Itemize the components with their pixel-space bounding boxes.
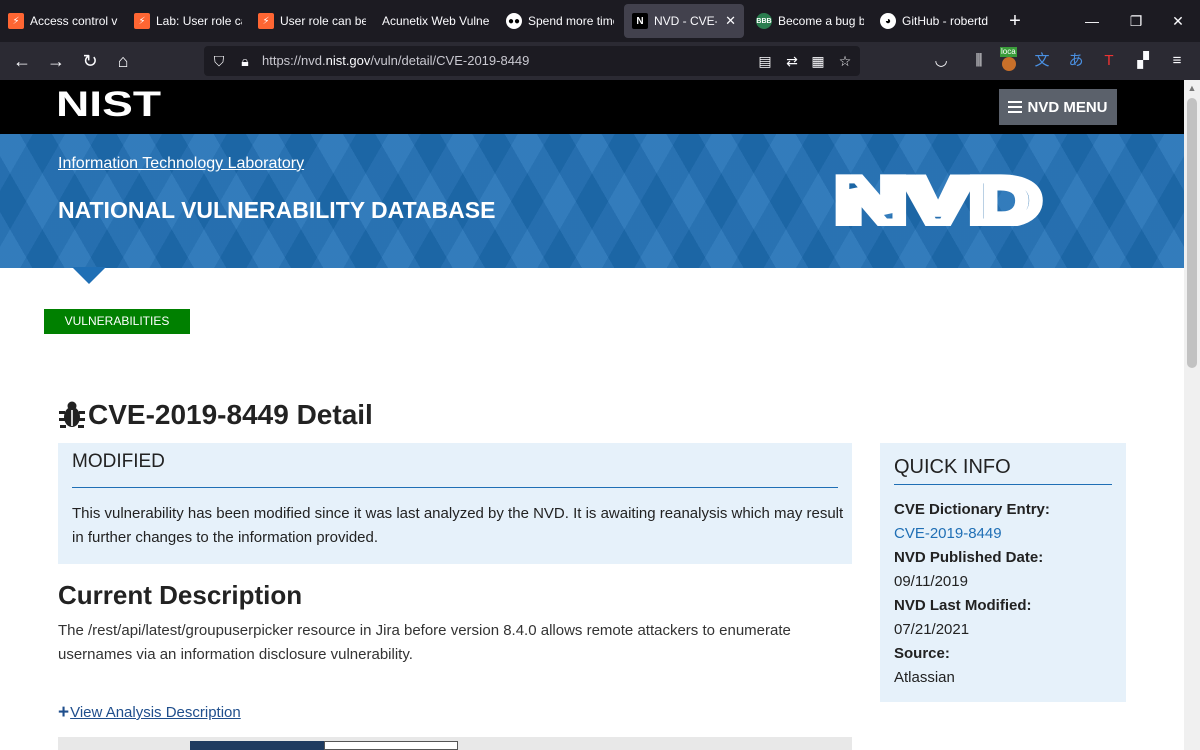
current-description-text: The /rest/api/latest/groupuserpicker res… xyxy=(58,622,791,663)
tab-label: Lab: User role ca xyxy=(156,14,242,28)
portswigger-icon: ⚡ xyxy=(134,13,150,29)
home-icon[interactable]: ⌂ xyxy=(110,48,136,74)
close-tab-icon[interactable]: ✕ xyxy=(725,13,736,29)
close-window-icon[interactable]: ✕ xyxy=(1164,8,1192,34)
banner-caret xyxy=(72,267,106,284)
tab-label: Spend more time xyxy=(528,14,614,28)
menu-bars-icon xyxy=(1008,101,1023,113)
source-label: Source: xyxy=(894,645,950,662)
extension-badge: loca xyxy=(1000,47,1017,57)
shield-icon[interactable]: ⛉ xyxy=(208,50,230,72)
nvd-menu-button[interactable]: NVD MENU xyxy=(999,89,1117,125)
minimize-icon[interactable]: — xyxy=(1078,8,1106,34)
nvd-title[interactable]: NATIONAL VULNERABILITY DATABASE xyxy=(58,197,495,224)
reload-icon[interactable]: ↻ xyxy=(77,48,103,74)
tab-medium[interactable]: ●● Spend more time xyxy=(498,4,622,38)
extension-face-icon xyxy=(1002,57,1016,71)
tab-user-role-can-be[interactable]: ⚡ User role can be xyxy=(250,4,374,38)
page-scrollbar[interactable]: ▲ xyxy=(1184,80,1200,750)
translator-icon[interactable]: 文 xyxy=(1029,48,1055,74)
tab-bug-bounty[interactable]: BBB Become a bug b xyxy=(748,4,872,38)
url-path: /vuln/detail/CVE-2019-8449 xyxy=(370,53,530,68)
reader-view-icon[interactable]: ▤ xyxy=(754,50,776,72)
view-analysis-toggle[interactable]: + View Analysis Description xyxy=(58,702,241,723)
severity-tab[interactable] xyxy=(324,741,458,750)
cve-title: CVE-2019-8449 Detail xyxy=(58,399,373,431)
extensions-icon[interactable]: ▞ xyxy=(1130,48,1156,74)
bookmark-star-icon[interactable]: ☆ xyxy=(834,50,856,72)
text-extension-icon[interactable]: T xyxy=(1096,48,1122,74)
published-date-label: NVD Published Date: xyxy=(894,549,1044,566)
browser-tab-bar: ⚡ Access control vu ⚡ Lab: User role ca … xyxy=(0,0,1200,42)
tab-label: User role can be xyxy=(280,14,366,28)
cve-title-text: CVE-2019-8449 Detail xyxy=(88,399,373,430)
cve-entry-link[interactable]: CVE-2019-8449 xyxy=(894,522,1114,546)
translate-icon[interactable]: ⇄ xyxy=(781,50,803,72)
source-value: Atlassian xyxy=(894,669,955,686)
last-modified-label: NVD Last Modified: xyxy=(894,597,1032,614)
nvd-menu-label: NVD MENU xyxy=(1027,98,1108,116)
bug-icon xyxy=(59,401,85,428)
tab-label: NVD - CVE-20 xyxy=(654,14,717,28)
translator-alt-icon[interactable]: あ xyxy=(1063,48,1089,74)
itl-link[interactable]: Information Technology Laboratory xyxy=(58,155,304,173)
github-icon: ◕ xyxy=(880,13,896,29)
last-modified-value: 07/21/2021 xyxy=(894,621,970,638)
browser-nav-bar: ← → ↻ ⌂ ⛉ 🔒︎ https://nvd.nist.gov/vuln/d… xyxy=(0,42,1200,80)
tab-lab-user-role[interactable]: ⚡ Lab: User role ca xyxy=(126,4,250,38)
localhost-extension-icon[interactable]: loca xyxy=(996,47,1022,74)
nvd-banner: Information Technology Laboratory NATION… xyxy=(0,134,1184,268)
nist-header: NIST NVD MENU xyxy=(0,80,1184,134)
tab-access-control[interactable]: ⚡ Access control vu xyxy=(0,4,126,38)
url-prefix: https://nvd. xyxy=(262,53,326,68)
nist-logo[interactable]: NIST xyxy=(56,88,162,118)
lock-icon[interactable]: 🔒︎ xyxy=(234,50,256,72)
quick-info-heading: QUICK INFO xyxy=(894,456,1011,478)
divider xyxy=(894,484,1112,485)
view-analysis-link[interactable]: View Analysis Description xyxy=(70,704,241,721)
hamburger-menu-icon[interactable]: ≡ xyxy=(1164,48,1190,74)
tab-label: Acunetix Web Vulner xyxy=(382,14,490,28)
severity-tabs-strip xyxy=(58,737,852,750)
modified-notice: MODIFIED This vulnerability has been mod… xyxy=(58,443,852,564)
tab-nvd-cve[interactable]: N NVD - CVE-20 ✕ xyxy=(624,4,744,38)
url-text[interactable]: https://nvd.nist.gov/vuln/detail/CVE-201… xyxy=(262,53,529,68)
forward-icon[interactable]: → xyxy=(43,48,69,74)
tab-label: Become a bug b xyxy=(778,14,864,28)
url-domain: nist.gov xyxy=(325,53,371,68)
vulnerabilities-button[interactable]: VULNERABILITIES xyxy=(44,309,190,334)
new-tab-button[interactable]: + xyxy=(1004,8,1026,34)
cve-entry-label: CVE Dictionary Entry: xyxy=(894,501,1050,518)
tab-acunetix[interactable]: Acunetix Web Vulner xyxy=(374,4,498,38)
tab-github[interactable]: ◕ GitHub - robertd xyxy=(872,4,996,38)
qr-code-icon[interactable]: ▦ xyxy=(807,50,829,72)
portswigger-icon: ⚡ xyxy=(258,13,274,29)
modified-text: This vulnerability has been modified sin… xyxy=(72,505,844,546)
bbb-icon: BBB xyxy=(756,13,772,29)
published-date-value: 09/11/2019 xyxy=(894,573,968,590)
nist-logo-text: NIST xyxy=(56,88,161,118)
nvd-logo-text: NVD xyxy=(836,168,1040,226)
portswigger-icon: ⚡ xyxy=(8,13,24,29)
scroll-up-arrow-icon[interactable]: ▲ xyxy=(1184,80,1200,96)
quick-info-list: CVE Dictionary Entry: CVE-2019-8449 NVD … xyxy=(894,498,1114,690)
severity-tab-active[interactable] xyxy=(190,741,324,750)
scroll-thumb[interactable] xyxy=(1187,98,1197,368)
back-icon[interactable]: ← xyxy=(9,48,35,74)
quick-info-panel: QUICK INFO CVE Dictionary Entry: CVE-201… xyxy=(880,443,1126,702)
divider xyxy=(72,487,838,488)
library-icon[interactable]: ⫼ xyxy=(966,48,992,74)
plus-icon: + xyxy=(58,702,70,723)
current-description-heading: Current Description xyxy=(58,580,303,610)
nvd-icon: N xyxy=(632,13,648,29)
tab-label: Access control vu xyxy=(30,14,118,28)
nvd-logo[interactable]: NVD xyxy=(834,168,1044,226)
url-bar[interactable]: ⛉ 🔒︎ https://nvd.nist.gov/vuln/detail/CV… xyxy=(204,46,860,76)
restore-icon[interactable]: ❐ xyxy=(1122,8,1150,34)
web-page: NIST NVD MENU Information Technology Lab… xyxy=(0,80,1184,750)
tab-label: GitHub - robertd xyxy=(902,14,988,28)
pocket-icon[interactable]: ◡ xyxy=(928,48,954,74)
medium-icon: ●● xyxy=(506,13,522,29)
modified-heading: MODIFIED xyxy=(72,451,165,472)
